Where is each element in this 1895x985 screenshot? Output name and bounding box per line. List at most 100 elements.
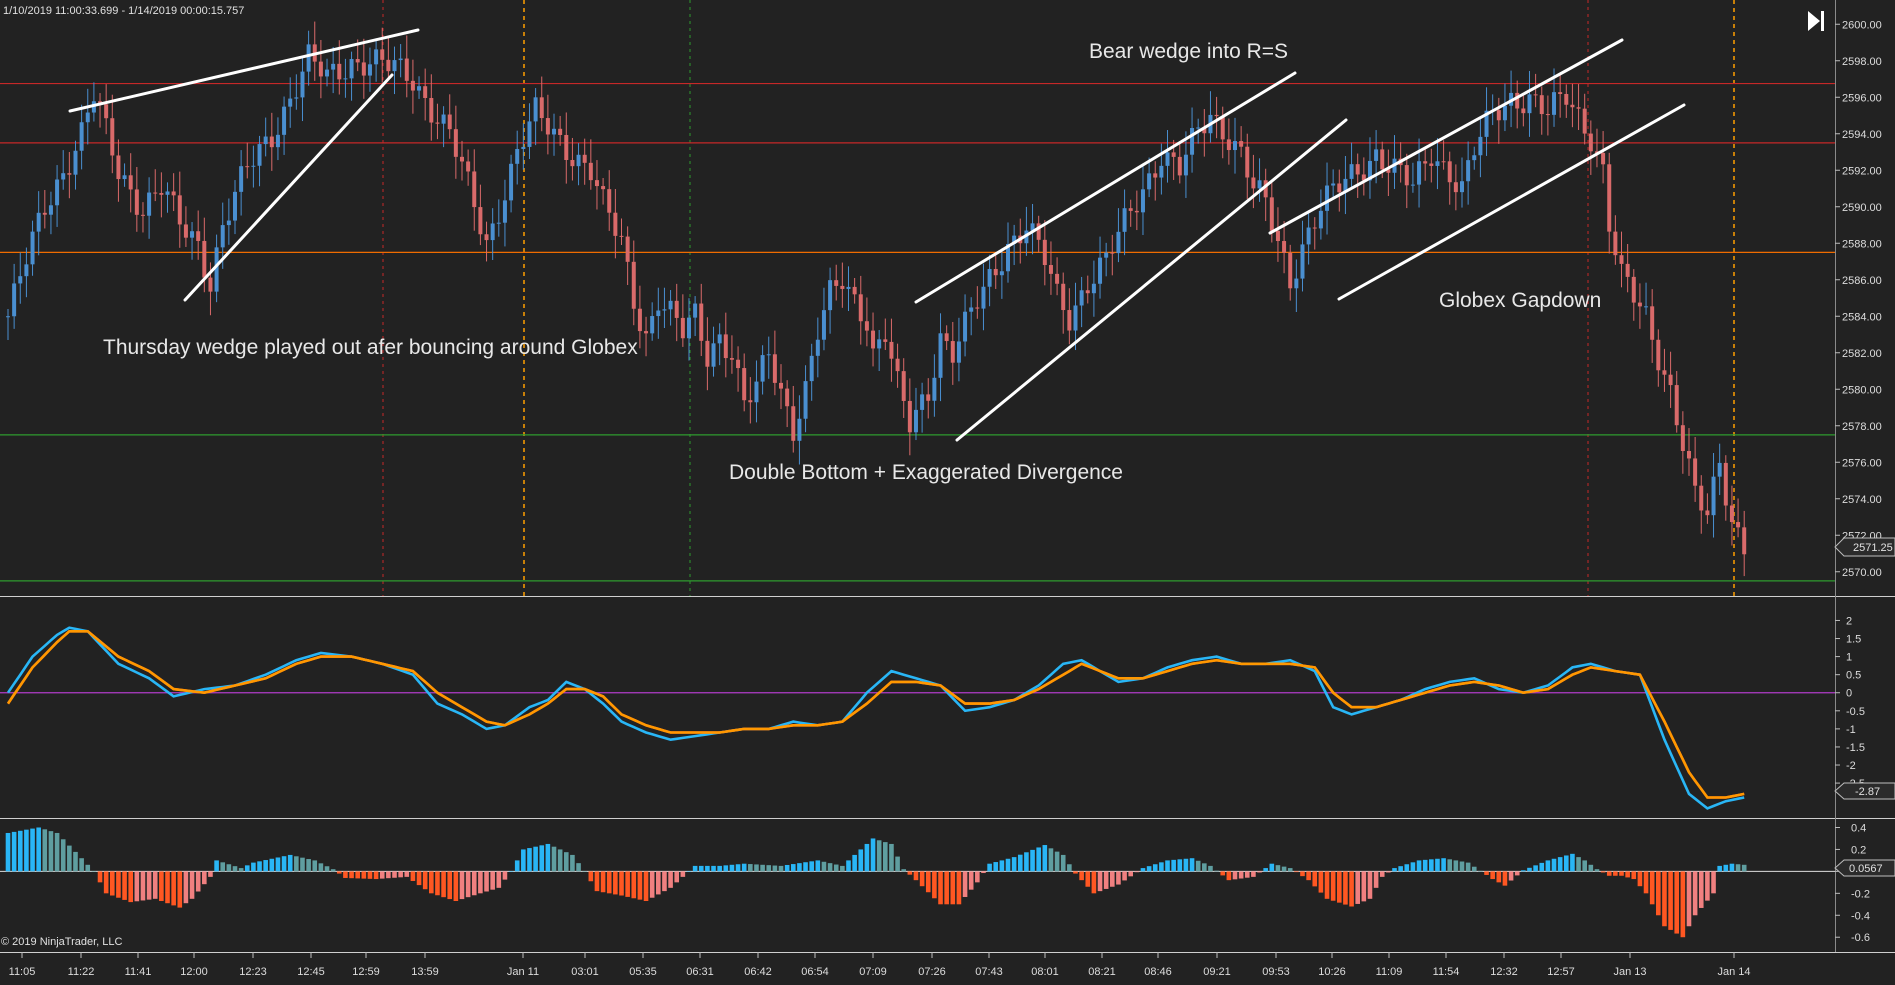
candle-body (527, 121, 532, 147)
histogram-bar (1643, 871, 1649, 894)
price-tick-label: 2598.00 (1842, 56, 1882, 68)
histogram-bar (73, 851, 78, 872)
time-tick-label: 10:26 (1318, 966, 1346, 978)
histogram-bar (97, 871, 103, 883)
candle-body (79, 122, 84, 151)
histogram-bar (1097, 871, 1103, 892)
candle-body (306, 44, 311, 72)
histogram-bar (367, 871, 373, 879)
candle-body (61, 173, 66, 180)
histogram-bar (545, 843, 551, 872)
histogram-bar (484, 871, 489, 892)
candle-body (472, 171, 477, 208)
histogram-bar (925, 871, 931, 893)
histogram-bar (30, 828, 35, 872)
candle-body (104, 104, 109, 119)
annotation-thursday: Thursday wedge played out afer bouncing … (103, 336, 638, 359)
candle-body (686, 317, 691, 339)
candle-body (355, 59, 360, 63)
histogram-bar (1189, 858, 1195, 872)
histogram-bar (177, 871, 183, 908)
time-tick-label: 08:46 (1144, 966, 1172, 978)
candle-body (1711, 476, 1716, 516)
histogram-bar (1373, 871, 1379, 888)
histogram-bar (1024, 852, 1029, 872)
candle-body (417, 86, 422, 91)
histogram-bar (1496, 871, 1502, 883)
histogram-tick-label: -0.6 (1851, 932, 1870, 944)
candle-body (1582, 108, 1587, 134)
candle-body (1576, 107, 1581, 109)
histogram-bar (563, 852, 569, 872)
histogram-bar (60, 839, 66, 872)
histogram-bar (521, 849, 526, 872)
histogram-bar (883, 842, 888, 872)
histogram-bar (711, 865, 716, 872)
candle-body (711, 343, 716, 367)
histogram-bar (1563, 855, 1569, 872)
candle-body (183, 224, 188, 238)
histogram-bar (527, 848, 532, 872)
histogram-bar (631, 871, 637, 899)
candle-body (441, 114, 446, 124)
histogram-bar (1502, 871, 1508, 886)
candle-body (1122, 208, 1127, 232)
candle-body (846, 286, 851, 289)
candle-body (1613, 231, 1618, 256)
candle-body (1478, 136, 1483, 156)
histogram-bar (1030, 849, 1035, 872)
histogram-bar (1067, 864, 1072, 872)
candle-body (963, 311, 968, 342)
candle-body (122, 175, 127, 180)
candle-body (545, 118, 550, 135)
histogram-bar (674, 871, 680, 883)
histogram-bar (1226, 871, 1232, 881)
histogram-bar (962, 871, 968, 897)
candle-body (325, 69, 330, 77)
histogram-bar (956, 871, 962, 905)
histogram-bar (1336, 871, 1342, 903)
candle-body (1159, 165, 1164, 178)
histogram-bar (1398, 866, 1403, 872)
candle-body (423, 86, 428, 98)
histogram-bar (54, 832, 60, 872)
candle-body (288, 98, 293, 107)
scroll-to-end-icon[interactable] (1805, 9, 1827, 33)
candle-body (969, 307, 974, 312)
histogram-bar (557, 849, 563, 872)
histogram-bar (1484, 871, 1489, 875)
histogram-bar (1692, 871, 1698, 916)
trading-chart[interactable]: Thursday wedge played out afer bouncing … (0, 0, 1895, 985)
time-tick-label: 11:41 (125, 966, 152, 978)
histogram-bar (1312, 871, 1318, 887)
histogram-bar (232, 866, 238, 872)
oscillator-tick-label: 0.5 (1846, 670, 1861, 682)
candle-body (993, 268, 998, 276)
histogram-bar (1079, 871, 1084, 881)
oscillator-tick-label: 1.5 (1846, 634, 1861, 646)
candle-body (938, 333, 943, 378)
histogram-bar (312, 860, 318, 872)
candle-body (920, 394, 925, 410)
time-tick-label: 05:35 (629, 966, 657, 978)
oscillator-value-tag: -2.87 (1834, 782, 1895, 800)
histogram-bar (134, 871, 140, 902)
candle-body (1177, 156, 1182, 176)
annotation-double-bottom: Double Bottom + Exaggerated Divergence (729, 461, 1123, 484)
candle-body (153, 192, 158, 194)
histogram-value-tag: 0.0567 (1834, 859, 1895, 877)
histogram-bar (748, 864, 753, 872)
histogram-bar (551, 846, 557, 872)
candle-body (987, 268, 992, 287)
histogram-bar (508, 871, 514, 872)
histogram-bar (1159, 862, 1164, 872)
histogram-bar (1232, 871, 1238, 880)
histogram-bar (1527, 867, 1532, 872)
candle-body (1300, 244, 1305, 279)
candle-body (1085, 290, 1090, 294)
histogram-bar (1570, 853, 1575, 872)
candle-body (1294, 278, 1299, 289)
candle-body (1472, 155, 1477, 161)
time-tick-label: 08:21 (1088, 966, 1116, 978)
histogram-bar (833, 864, 839, 872)
